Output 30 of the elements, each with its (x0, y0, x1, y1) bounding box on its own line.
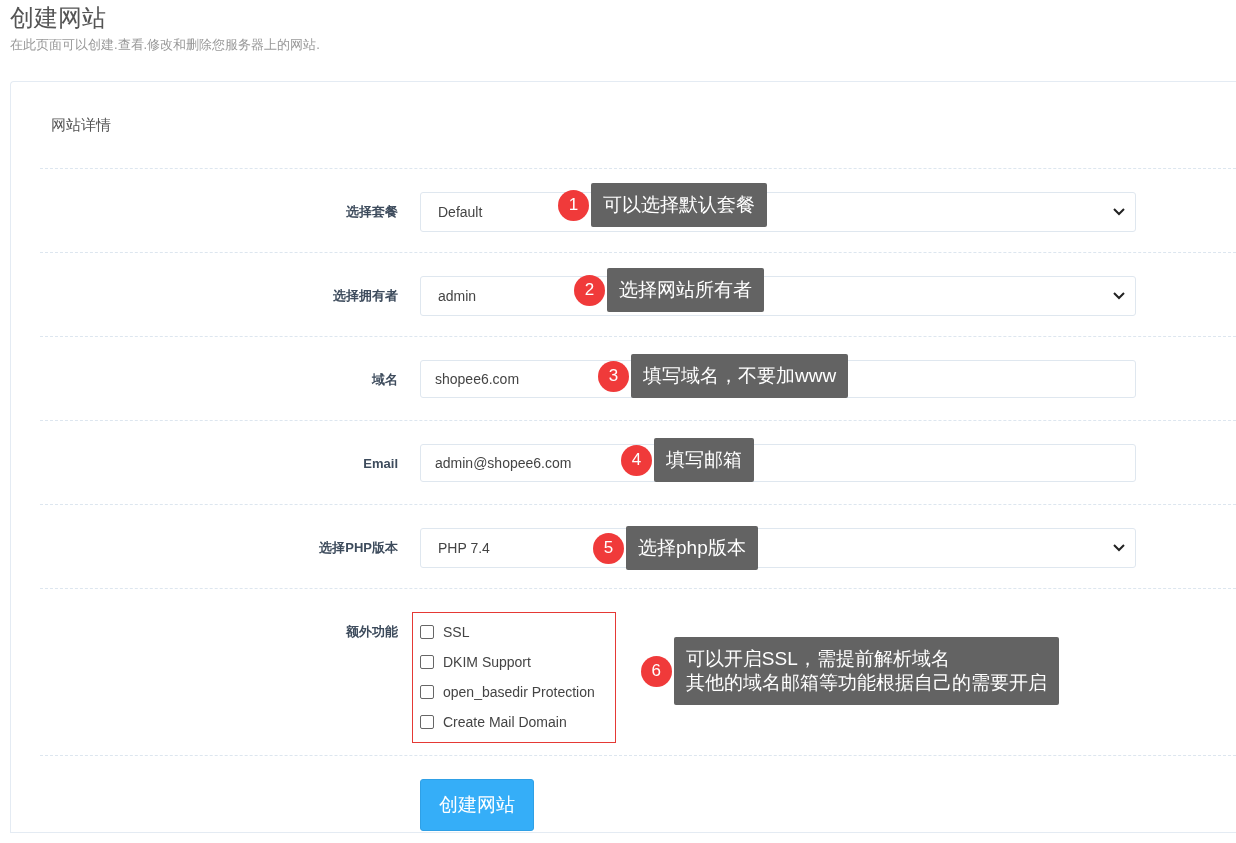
field-label: 域名 (372, 372, 398, 387)
field-label: Email (363, 456, 398, 471)
number-badge: 5 (593, 532, 624, 564)
number-badge: 6 (640, 655, 672, 687)
annotation-callout: 选择php版本 (626, 526, 758, 570)
number-badge: 1 (558, 189, 589, 221)
field-label: 选择PHP版本 (319, 540, 398, 555)
checkbox[interactable] (420, 685, 434, 699)
checkbox-label: Create Mail Domain (443, 714, 567, 730)
number-badge: 2 (574, 274, 605, 306)
annotation-callout: 填写域名，不要加www (631, 354, 849, 398)
annotation-callout: 可以开启SSL，需提前解析域名 其他的域名邮箱等功能根据自己的需要开启 (673, 637, 1059, 705)
chevron-icon (1113, 208, 1125, 216)
checkbox-label: SSL (443, 624, 470, 640)
checkbox[interactable] (420, 655, 434, 669)
chevron-icon (1113, 292, 1125, 300)
checkbox-label: DKIM Support (443, 654, 531, 670)
section-heading: 网站详情 (51, 116, 111, 133)
checkbox-label: open_basedir Protection (443, 684, 595, 700)
page-title: 创建网站 (10, 3, 107, 33)
chevron-icon (1113, 544, 1125, 552)
annotation-callout: 填写邮箱 (654, 438, 754, 482)
annotation-callout: 选择网站所有者 (607, 268, 764, 312)
field-label: 额外功能 (346, 624, 398, 639)
field-label: 选择套餐 (346, 204, 398, 219)
checkbox[interactable] (420, 715, 434, 729)
page-subtitle: 在此页面可以创建.查看.修改和删除您服务器上的网站. (10, 36, 321, 54)
annotation-callout: 可以选择默认套餐 (591, 183, 767, 227)
field-label: 选择拥有者 (333, 288, 398, 303)
checkbox[interactable] (420, 625, 434, 639)
